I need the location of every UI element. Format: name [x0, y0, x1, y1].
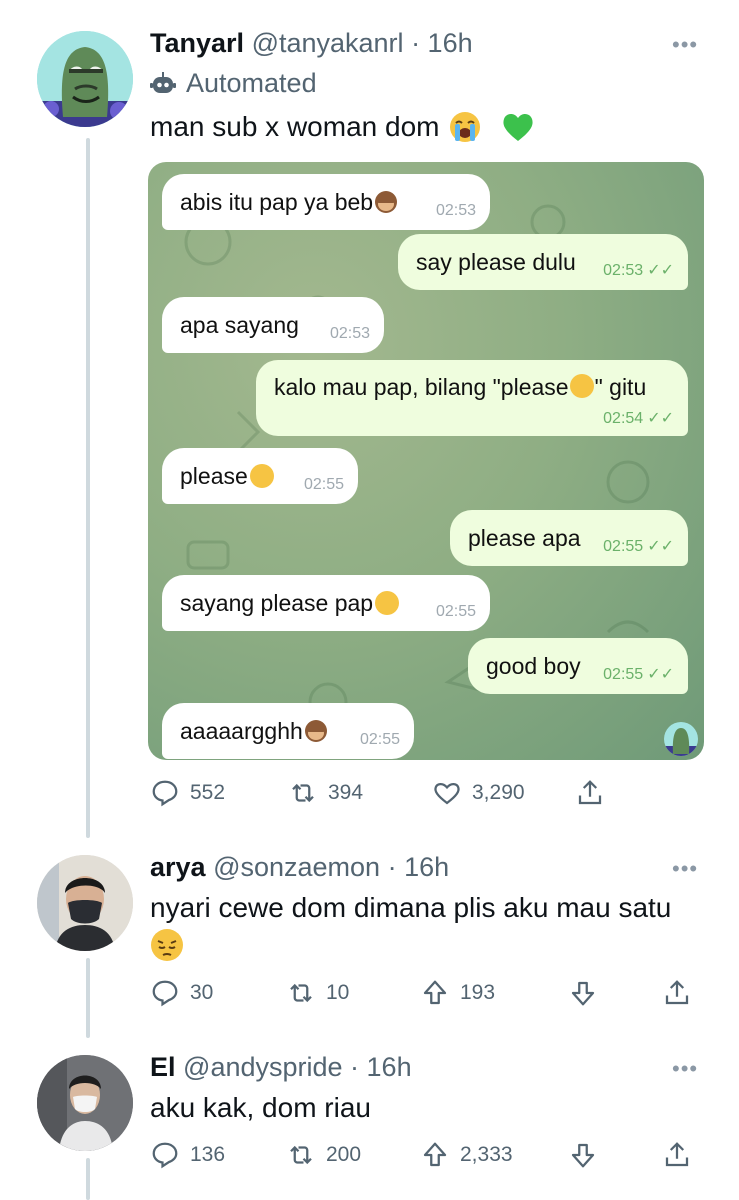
heart-icon [434, 782, 460, 805]
user-handle[interactable]: @sonzaemon [213, 852, 380, 882]
upvote-button[interactable]: 193 [420, 978, 495, 1008]
reply-icon [152, 980, 178, 1007]
double-check-icon: ✓✓ [647, 538, 674, 555]
reply-icon [152, 780, 178, 807]
more-options-icon[interactable]: ••• [672, 1056, 698, 1082]
more-options-icon[interactable]: ••• [672, 32, 698, 58]
share-button[interactable] [662, 978, 692, 1008]
loudly-crying-face-icon [450, 112, 481, 142]
retweet-icon [292, 783, 314, 803]
green-heart-icon [503, 113, 534, 141]
arrow-up-icon [423, 1142, 447, 1167]
upvote-button[interactable]: 2,333 [420, 1140, 513, 1170]
retweet-button[interactable]: 200 [286, 1140, 361, 1170]
pleading-face-icon [249, 464, 274, 488]
retweet-icon [290, 1145, 312, 1165]
thread-line [86, 1158, 90, 1200]
tweet-header: Tanyarl @tanyakanrl · 16h [150, 28, 473, 59]
avatar[interactable] [37, 855, 133, 951]
tweet-text: aku kak, dom riau [150, 1092, 371, 1123]
double-check-icon: ✓✓ [647, 410, 674, 427]
share-icon [665, 980, 689, 1005]
retweet-button[interactable]: 10 [286, 978, 349, 1008]
avatar[interactable] [37, 1055, 133, 1151]
tweet-time[interactable]: · 16h [350, 1052, 412, 1082]
chat-message-outgoing: please apa 02:55 ✓✓ [450, 510, 688, 566]
downvote-button[interactable] [568, 978, 598, 1008]
automated-label: Automated [186, 68, 317, 98]
share-icon [578, 780, 602, 805]
display-name[interactable]: El [150, 1052, 176, 1082]
tweet-header: El @andyspride · 16h [150, 1052, 412, 1083]
tweet-text: nyari cewe dom dimana plis aku mau satu [150, 892, 672, 923]
chat-screenshot[interactable]: abis itu pap ya beb 02:53 say please dul… [148, 162, 704, 760]
bot-icon [150, 71, 176, 93]
pleading-face-icon [569, 374, 594, 398]
user-handle[interactable]: @tanyakanrl [252, 28, 404, 58]
like-button[interactable]: 3,290 [432, 778, 525, 808]
share-button[interactable] [662, 1140, 692, 1170]
reply-button[interactable]: 136 [150, 1140, 225, 1170]
display-name[interactable]: Tanyarl [150, 28, 244, 58]
chat-message-incoming: sayang please pap 02:55 [162, 575, 490, 631]
arrow-up-icon [423, 980, 447, 1005]
reply-button[interactable]: 30 [150, 978, 213, 1008]
tweet-text: man sub x woman dom [150, 111, 535, 143]
downvote-button[interactable] [568, 1140, 598, 1170]
thread-line [86, 958, 90, 1038]
double-check-icon: ✓✓ [647, 262, 674, 279]
share-icon [665, 1142, 689, 1167]
chat-message-outgoing: kalo mau pap, bilang "please " gitu 02:5… [256, 360, 688, 436]
retweet-icon [290, 983, 312, 1003]
reply-button[interactable]: 552 [150, 778, 225, 808]
chat-message-outgoing: say please dulu 02:53 ✓✓ [398, 234, 688, 290]
chat-message-incoming: please 02:55 [162, 448, 358, 504]
tweet-header: arya @sonzaemon · 16h [150, 852, 449, 883]
pensive-face-icon [151, 929, 183, 961]
share-button[interactable] [575, 778, 605, 808]
arrow-down-icon [571, 1143, 595, 1168]
arrow-down-icon [571, 981, 595, 1006]
chat-sender-avatar [664, 722, 698, 756]
tweet-time[interactable]: · 16h [388, 852, 450, 882]
see-no-evil-monkey-icon [303, 719, 329, 743]
thread-line [86, 138, 90, 838]
user-handle[interactable]: @andyspride [183, 1052, 343, 1082]
double-check-icon: ✓✓ [647, 666, 674, 683]
display-name[interactable]: arya [150, 852, 206, 882]
avatar[interactable] [37, 31, 133, 127]
chat-message-incoming: apa sayang 02:53 [162, 297, 384, 353]
pleading-face-icon [375, 591, 400, 615]
reply-icon [152, 1142, 178, 1169]
more-options-icon[interactable]: ••• [672, 856, 698, 882]
chat-message-outgoing: good boy 02:55 ✓✓ [468, 638, 688, 694]
automated-badge: Automated [150, 68, 317, 99]
retweet-button[interactable]: 394 [288, 778, 363, 808]
chat-message-incoming: aaaaargghh 02:55 [162, 703, 414, 759]
tweet-time[interactable]: · 16h [411, 28, 473, 58]
chat-message-incoming: abis itu pap ya beb 02:53 [162, 174, 490, 230]
see-no-evil-monkey-icon [373, 190, 399, 214]
